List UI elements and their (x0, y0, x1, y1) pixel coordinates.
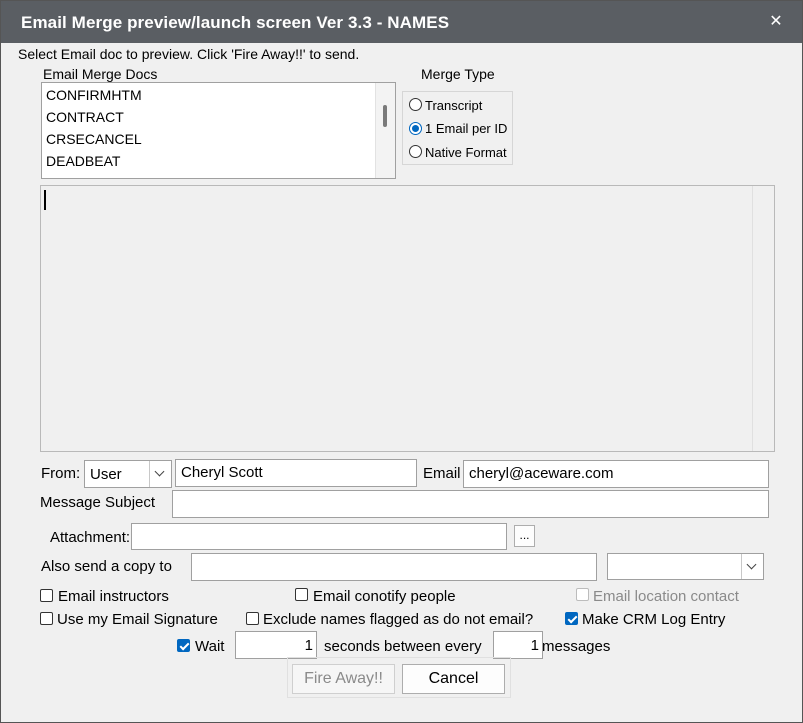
copy-to-type-select[interactable] (607, 553, 764, 580)
radio-transcript[interactable] (409, 98, 422, 111)
exclude-flagged-label: Exclude names flagged as do not email? (263, 611, 534, 628)
wait-label: Wait (195, 638, 225, 655)
instructions-text: Select Email doc to preview. Click 'Fire… (18, 46, 360, 62)
from-name-field[interactable]: Cheryl Scott (175, 459, 417, 487)
radio-one-email-per-id-label: 1 Email per ID (425, 121, 508, 136)
email-location-label: Email location contact (593, 588, 739, 605)
radio-one-email-per-id[interactable] (409, 122, 422, 135)
chevron-down-icon[interactable] (741, 554, 763, 579)
use-signature-label: Use my Email Signature (57, 611, 218, 628)
crm-log-label: Make CRM Log Entry (582, 611, 726, 628)
seconds-between-label: seconds between every (324, 638, 482, 655)
messages-label: messages (542, 638, 611, 655)
button-bar: Fire Away!! Cancel (287, 657, 511, 698)
merge-type-group: Transcript 1 Email per ID Native Format (402, 91, 513, 165)
email-conotify-checkbox[interactable] (295, 588, 308, 601)
copy-to-label: Also send a copy to (41, 558, 172, 575)
subject-field[interactable] (172, 490, 769, 518)
text-cursor (44, 190, 46, 210)
email-instructors-checkbox[interactable] (40, 589, 53, 602)
list-item[interactable]: CONTRACT (46, 109, 124, 125)
from-type-select[interactable]: User (84, 460, 172, 488)
chevron-down-icon[interactable] (149, 461, 171, 487)
scroll-thumb[interactable] (383, 105, 387, 127)
exclude-flagged-checkbox[interactable] (246, 612, 259, 625)
attachment-label: Attachment: (50, 529, 131, 546)
subject-label: Message Subject (40, 494, 156, 511)
email-label: Email (423, 465, 461, 482)
wait-seconds-field[interactable]: 1 (235, 631, 317, 659)
list-item[interactable]: CRSECANCEL (46, 131, 142, 147)
messages-count-field[interactable]: 1 (493, 631, 543, 659)
browse-attachment-button[interactable]: ... (514, 525, 535, 547)
list-item[interactable]: CONFIRMHTM (46, 87, 142, 103)
preview-scrollbar[interactable] (752, 186, 774, 451)
preview-area[interactable] (40, 185, 775, 452)
wait-checkbox[interactable] (177, 639, 190, 652)
radio-transcript-label: Transcript (425, 98, 483, 113)
attachment-field[interactable] (131, 523, 507, 550)
radio-native-format[interactable] (409, 145, 422, 158)
close-icon[interactable]: ✕ (768, 11, 784, 30)
docs-scrollbar[interactable] (375, 83, 395, 178)
email-location-checkbox (576, 588, 589, 601)
fire-away-button[interactable]: Fire Away!! (292, 664, 395, 694)
docs-list[interactable]: CONFIRMHTM CONTRACT CRSECANCEL DEADBEAT (41, 82, 396, 179)
email-instructors-label: Email instructors (58, 588, 169, 605)
copy-to-field[interactable] (191, 553, 597, 581)
use-signature-checkbox[interactable] (40, 612, 53, 625)
from-type-value: User (90, 466, 122, 483)
window-title: Email Merge preview/launch screen Ver 3.… (21, 13, 450, 32)
email-conotify-label: Email conotify people (313, 588, 456, 605)
radio-native-format-label: Native Format (425, 145, 507, 160)
email-field[interactable]: cheryl@aceware.com (463, 460, 769, 488)
merge-type-label: Merge Type (421, 66, 495, 82)
cancel-button[interactable]: Cancel (402, 664, 505, 694)
crm-log-checkbox[interactable] (565, 612, 578, 625)
list-item[interactable]: DEADBEAT (46, 153, 120, 169)
from-label: From: (41, 465, 81, 482)
title-bar[interactable]: Email Merge preview/launch screen Ver 3.… (1, 1, 802, 43)
email-merge-window: Email Merge preview/launch screen Ver 3.… (0, 0, 803, 723)
docs-label: Email Merge Docs (43, 66, 158, 82)
